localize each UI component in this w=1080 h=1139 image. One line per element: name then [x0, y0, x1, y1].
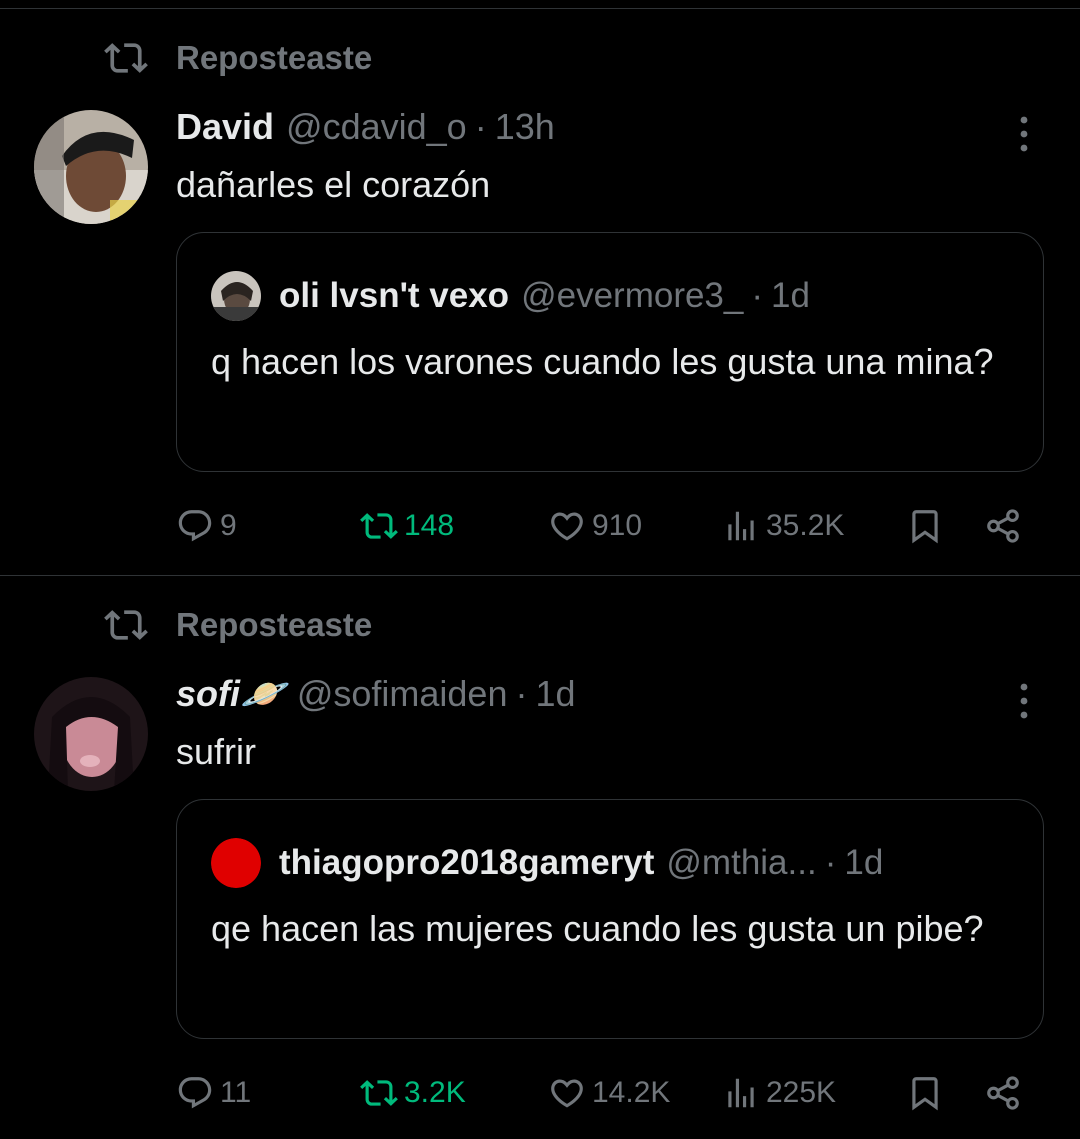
views-count: 35.2K — [766, 509, 845, 542]
like-count: 14.2K — [592, 1076, 671, 1109]
post-2[interactable]: Reposteaste sofi🪐 @sofimaiden · 1d sufri… — [0, 567, 1080, 1133]
repost-indicator: Reposteaste — [104, 603, 372, 647]
author-handle[interactable]: @sofimaiden — [297, 673, 508, 715]
quote-avatar — [211, 271, 261, 321]
quote-author-handle: @evermore3_ — [521, 276, 744, 315]
more-icon[interactable] — [1004, 114, 1044, 154]
like-icon — [551, 512, 583, 541]
quote-time: 1d — [844, 843, 884, 882]
separator-dot: · — [474, 106, 487, 147]
share-button[interactable] — [984, 1065, 1022, 1121]
avatar[interactable] — [34, 677, 148, 791]
post-header: sofi🪐 @sofimaiden · 1d — [176, 673, 576, 715]
quote-author-name: oli lvsn't vexo — [279, 276, 510, 315]
post-text: sufrir — [176, 731, 256, 772]
bookmark-icon — [912, 1077, 938, 1111]
reply-count: 9 — [220, 509, 237, 542]
author-name[interactable]: David — [176, 106, 274, 148]
quote-header: oli lvsn't vexo @evermore3_ · 1d — [211, 271, 810, 321]
repost-count: 3.2K — [404, 1076, 466, 1109]
post-time[interactable]: 13h — [495, 106, 555, 148]
views-button[interactable]: 35.2K — [722, 498, 844, 554]
like-count: 910 — [592, 509, 643, 542]
action-bar: 11 3.2K 14.2K 225K — [0, 1065, 1080, 1121]
bookmark-button[interactable] — [906, 498, 944, 554]
quote-header: thiagopro2018gameryt @mthia... · 1d — [211, 838, 883, 888]
share-icon — [987, 509, 1019, 543]
repost-icon — [360, 513, 398, 539]
bookmark-button[interactable] — [906, 1065, 944, 1121]
repost-label: Reposteaste — [176, 39, 373, 76]
avatar[interactable] — [34, 110, 148, 224]
reply-button[interactable]: 9 — [176, 498, 237, 554]
author-handle[interactable]: @cdavid_o — [286, 106, 467, 148]
reply-icon — [178, 1077, 212, 1109]
like-button[interactable]: 14.2K — [548, 1065, 670, 1121]
like-icon — [551, 1079, 583, 1108]
action-bar: 9 148 910 35.2K — [0, 498, 1080, 554]
repost-indicator: Reposteaste — [104, 36, 372, 80]
share-button[interactable] — [984, 498, 1022, 554]
repost-icon — [360, 1080, 398, 1106]
repost-icon — [104, 43, 148, 73]
quoted-post[interactable]: thiagopro2018gameryt @mthia... · 1d qe h… — [176, 799, 1044, 1039]
separator-dot: · — [515, 673, 528, 714]
views-button[interactable]: 225K — [722, 1065, 836, 1121]
quote-text: q hacen los varones cuando les gusta una… — [211, 341, 994, 382]
quote-time: 1d — [771, 276, 810, 315]
author-name[interactable]: sofi🪐 — [176, 673, 285, 715]
quote-author-name: thiagopro2018gameryt — [279, 843, 655, 882]
quote-author-handle: @mthia... — [666, 843, 817, 882]
more-icon[interactable] — [1004, 681, 1044, 721]
quoted-post[interactable]: oli lvsn't vexo @evermore3_ · 1d q hacen… — [176, 232, 1044, 472]
like-button[interactable]: 910 — [548, 498, 642, 554]
views-count: 225K — [766, 1076, 837, 1109]
separator-dot: · — [751, 276, 764, 315]
repost-count: 148 — [404, 509, 455, 542]
bookmark-icon — [912, 510, 938, 544]
repost-label: Reposteaste — [176, 606, 373, 643]
post-text: dañarles el corazón — [176, 164, 491, 205]
reply-count: 11 — [220, 1076, 252, 1109]
views-icon — [728, 1078, 754, 1108]
post-1[interactable]: Reposteaste David @cdavid_o · 13h dañarl… — [0, 0, 1080, 566]
repost-button[interactable]: 3.2K — [360, 1065, 466, 1121]
separator-dot: · — [824, 843, 837, 882]
post-header: David @cdavid_o · 13h — [176, 106, 555, 148]
views-icon — [728, 511, 754, 541]
share-icon — [987, 1076, 1019, 1110]
quote-text: qe hacen las mujeres cuando les gusta un… — [211, 908, 984, 949]
repost-icon — [104, 610, 148, 640]
repost-button[interactable]: 148 — [360, 498, 454, 554]
quote-avatar — [211, 838, 261, 888]
reply-icon — [178, 510, 212, 542]
post-time[interactable]: 1d — [535, 673, 575, 715]
reply-button[interactable]: 11 — [176, 1065, 251, 1121]
